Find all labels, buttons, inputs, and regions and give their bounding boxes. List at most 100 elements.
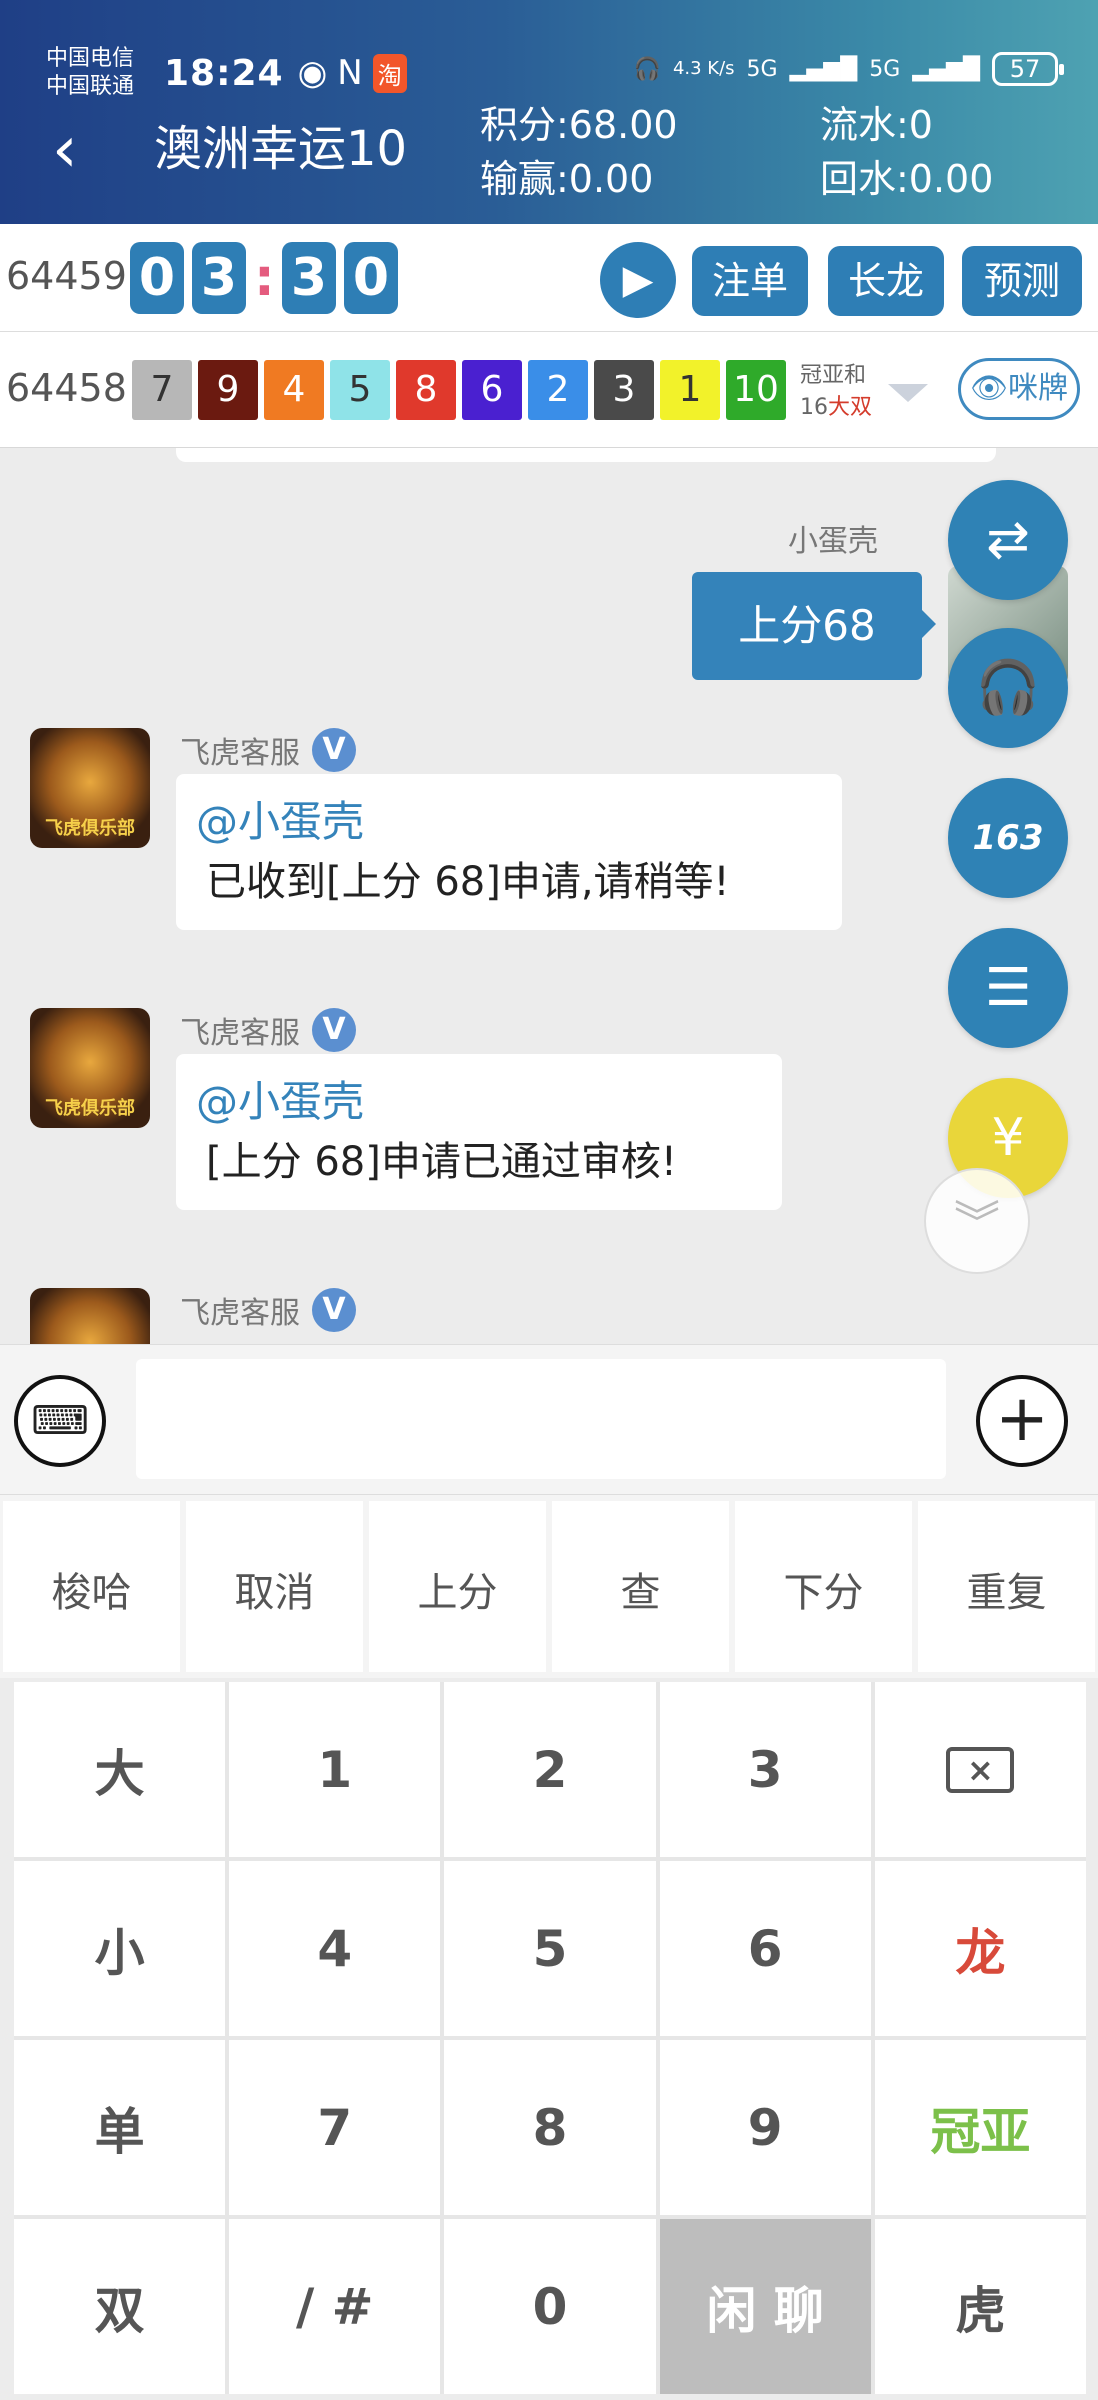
quick-action-button[interactable]: 重复	[918, 1501, 1095, 1672]
keypad-key[interactable]: 8	[444, 2040, 656, 2215]
predict-button[interactable]: 预测	[962, 246, 1082, 316]
avatar-text: 飞虎俱乐部	[45, 1098, 135, 1119]
input-bar: ⌨ +	[0, 1344, 1098, 1494]
keypad-key[interactable]: 3	[659, 1682, 871, 1857]
keypad-key[interactable]: 冠亚	[874, 2040, 1086, 2215]
long-dragon-button[interactable]: 长龙	[828, 246, 944, 316]
add-button[interactable]: +	[976, 1375, 1068, 1467]
signal-bars-1-icon: ▂▄▆█	[789, 56, 858, 82]
countdown-digit: 0	[344, 242, 398, 314]
keypad-key[interactable]: 2	[444, 1682, 656, 1857]
quick-action-button[interactable]: 查	[552, 1501, 729, 1672]
keypad-key[interactable]: / #	[229, 2219, 441, 2394]
keypad-key[interactable]: 单	[14, 2040, 226, 2215]
avatar[interactable]: 飞虎俱乐部	[30, 728, 150, 848]
mention[interactable]: @小蛋壳	[196, 1072, 764, 1132]
result-ball: 5	[330, 360, 390, 420]
backspace-icon: ×	[946, 1746, 1015, 1793]
taobao-icon: 淘	[372, 53, 407, 93]
keypad-key[interactable]: 双	[14, 2219, 226, 2394]
net-speed: 4.3 K/s	[672, 58, 735, 79]
quick-actions: 梭哈 取消 上分查下分 重复	[0, 1494, 1098, 1678]
avatar[interactable]	[30, 1288, 150, 1344]
previous-message-bubble	[176, 448, 996, 462]
swap-button[interactable]: ⇄	[948, 480, 1068, 600]
last-result-bar: 64458 7 9 4 5 8 6 2 3 1 10 冠亚和 16大双 👁咪牌	[0, 332, 1098, 448]
sender-label: 飞虎客服	[180, 1296, 300, 1331]
home-yuan-icon: ¥	[991, 1108, 1025, 1168]
sum-label: 冠亚和	[800, 363, 867, 388]
signal-2: 5G	[869, 56, 901, 82]
swap-icon: ⇄	[986, 510, 1030, 570]
keypad-key[interactable]: 9	[659, 2040, 871, 2215]
signal-bars-2-icon: ▂▄▆█	[912, 56, 980, 82]
keypad-key[interactable]: 7	[229, 2040, 441, 2215]
quick-action-button[interactable]: 上分	[369, 1501, 546, 1672]
result-ball: 2	[528, 360, 588, 420]
verified-icon: V	[312, 1288, 356, 1332]
scroll-down-button[interactable]: ︾	[924, 1168, 1030, 1274]
carrier-labels: 中国电信 中国联通	[46, 45, 150, 101]
mipai-button[interactable]: 👁咪牌	[958, 358, 1080, 420]
keypad-key[interactable]: 1	[229, 1682, 441, 1857]
sender-label: 飞虎客服	[180, 736, 300, 771]
current-issue: 64459	[6, 254, 127, 298]
quick-action-button[interactable]: 梭哈	[3, 1501, 180, 1672]
countdown-digit: 3	[282, 242, 336, 314]
orders-button[interactable]: 注单	[692, 246, 808, 316]
sender-label: 飞虎客服	[180, 1016, 300, 1051]
mipai-label: 咪牌	[1008, 371, 1069, 406]
keypad-key[interactable]: 龙	[874, 1861, 1086, 2036]
points-label: 积分:68.00	[480, 103, 678, 147]
sum-value: 16	[800, 395, 828, 420]
result-ball: 1	[660, 360, 720, 420]
flow-label: 流水:0	[820, 103, 933, 147]
battery-icon: 57	[992, 52, 1064, 86]
keypad-key[interactable]: 小	[14, 1861, 226, 2036]
message-text: [上分 68]申请已通过审核!	[206, 1139, 677, 1185]
expand-results-icon[interactable]	[888, 384, 928, 402]
status-right: 🎧 4.3 K/s 5G ▂▄▆█ 5G ▂▄▆█ 57	[634, 52, 1064, 86]
quick-action-button[interactable]: 取消	[186, 1501, 363, 1672]
b163-button[interactable]: 163	[948, 778, 1068, 898]
tv-icon: ▶	[622, 257, 654, 303]
keypad-key[interactable]: 0	[444, 2219, 656, 2394]
keypad-key[interactable]: 虎	[874, 2219, 1086, 2394]
carrier-1: 中国电信	[46, 46, 135, 71]
result-ball: 3	[594, 360, 654, 420]
sum-summary: 冠亚和 16大双	[800, 360, 872, 424]
countdown-timer: 0 3 : 3 0	[130, 242, 398, 314]
keyboard-toggle-button[interactable]: ⌨	[14, 1375, 106, 1467]
customer-service-button[interactable]: 🎧	[948, 628, 1068, 748]
keypad-key[interactable]: 5	[444, 1861, 656, 2036]
eye-icon: ◉	[297, 53, 328, 93]
message-text: 已收到[上分 68]申请,请稍等!	[206, 859, 730, 905]
b163-icon: 163	[972, 818, 1044, 858]
countdown-digit: 0	[130, 242, 184, 314]
app-header: 中国电信 中国联通 18:24 ◉ N 淘 🎧 4.3 K/s 5G ▂▄▆█ …	[0, 0, 1098, 224]
verified-icon: V	[312, 728, 356, 772]
result-ball: 7	[132, 360, 192, 420]
keypad-key[interactable]: 6	[659, 1861, 871, 2036]
back-icon[interactable]: ‹	[52, 118, 102, 182]
signal-1: 5G	[746, 56, 778, 82]
live-tv-button[interactable]: ▶	[600, 242, 676, 318]
sender-name: 飞虎客服 V	[180, 1288, 356, 1332]
list-icon: ☰	[984, 958, 1032, 1018]
countdown-digit: 3	[192, 242, 246, 314]
keypad-key[interactable]: 4	[229, 1861, 441, 2036]
account-stats: 积分:68.00 流水:0 输赢:0.00 回水:0.00	[480, 98, 1040, 206]
menu-list-button[interactable]: ☰	[948, 928, 1068, 1048]
mention[interactable]: @小蛋壳	[196, 792, 824, 852]
keyboard-icon: ⌨	[31, 1398, 89, 1444]
backspace-key[interactable]: ×	[874, 1682, 1086, 1857]
my-name: 小蛋壳	[788, 524, 878, 559]
message-input[interactable]	[136, 1359, 946, 1479]
avatar[interactable]: 飞虎俱乐部	[30, 1008, 150, 1128]
chevron-down-icon: ︾	[954, 1196, 1000, 1250]
headset-icon: 🎧	[975, 658, 1041, 718]
quick-action-button[interactable]: 下分	[735, 1501, 912, 1672]
chat-toggle-key[interactable]: 闲 聊	[659, 2219, 871, 2394]
result-ball: 8	[396, 360, 456, 420]
keypad-key[interactable]: 大	[14, 1682, 226, 1857]
